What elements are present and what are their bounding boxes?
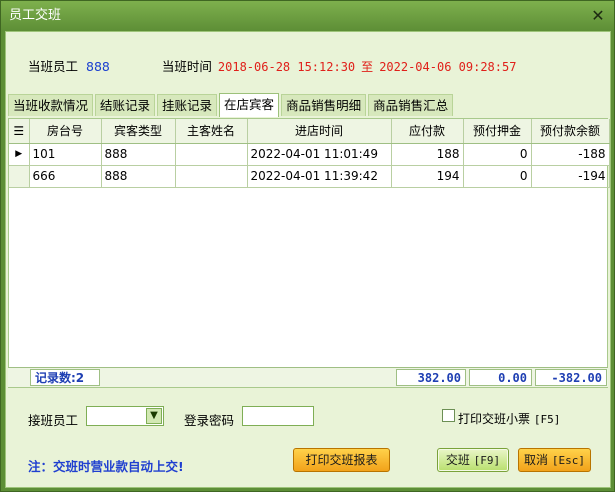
column-menu-icon[interactable]: ☰ xyxy=(9,119,30,144)
receiver-select[interactable]: ▼ xyxy=(86,406,164,426)
tab-product-sales-summary[interactable]: 商品销售汇总 xyxy=(368,94,454,116)
shift-start-time: 2018-06-28 15:12:30 xyxy=(217,60,356,74)
current-staff-value: 888 xyxy=(86,59,110,74)
shift-end-time: 2022-04-06 09:28:57 xyxy=(379,60,517,74)
cell-balance[interactable]: -188 xyxy=(531,143,610,166)
to-label: 至 xyxy=(361,60,374,74)
window-title: 员工交班 xyxy=(9,8,62,23)
close-icon[interactable]: ✕ xyxy=(589,7,607,25)
print-report-button[interactable]: 打印交班报表 xyxy=(293,448,390,472)
cell-guest-name[interactable] xyxy=(175,143,248,166)
cell-payable[interactable]: 194 xyxy=(391,165,464,188)
print-ticket-label[interactable]: 打印交班小票 [F5] xyxy=(458,410,560,427)
totals-bar: 记录数:2 382.00 0.00 -382.00 xyxy=(8,367,608,387)
tab-checkout-records[interactable]: 结账记录 xyxy=(95,94,156,116)
guest-grid[interactable]: ☰ 房台号 宾客类型 主客姓名 进店时间 应付款 预付押金 预付款余额 ▶ 10… xyxy=(8,118,610,388)
header-room[interactable]: 房台号 xyxy=(29,119,102,144)
shift-handover-window: 员工交班 ✕ 当班员工 888 当班时间 2018-06-28 15:12:30 至 20… xyxy=(0,0,615,492)
cell-room[interactable]: 101 xyxy=(29,143,102,166)
cancel-button[interactable]: 取消 [Esc] xyxy=(518,448,591,472)
cell-guest-name[interactable] xyxy=(175,165,248,188)
receiver-label: 接班员工 xyxy=(28,413,79,428)
cell-balance[interactable]: -194 xyxy=(531,165,610,188)
row-indicator-icon xyxy=(9,165,30,188)
current-staff-label: 当班员工 xyxy=(28,59,79,74)
total-balance: -382.00 xyxy=(535,369,607,386)
tab-credit-records[interactable]: 挂账记录 xyxy=(157,94,218,116)
tab-in-house-guests[interactable]: 在店宾客 xyxy=(219,93,280,117)
cell-room[interactable]: 666 xyxy=(29,165,102,188)
shift-info: 当班员工 888 当班时间 2018-06-28 15:12:30 至 2022-04-0… xyxy=(28,56,516,75)
dialog-body: 当班员工 888 当班时间 2018-06-28 15:12:30 至 2022-04-0… xyxy=(5,31,611,488)
cell-checkin-time[interactable]: 2022-04-01 11:39:42 xyxy=(247,165,392,188)
total-payable: 382.00 xyxy=(396,369,466,386)
tab-product-sales-detail[interactable]: 商品销售明细 xyxy=(281,94,367,116)
table-row[interactable]: ▶ 101 888 2022-04-01 11:01:49 188 0 -188 xyxy=(9,143,610,166)
header-balance[interactable]: 预付款余额 xyxy=(531,119,610,144)
cell-guest-type[interactable]: 888 xyxy=(101,165,176,188)
handover-form: 接班员工 ▼ 登录密码 打印交班小票 [F5] xyxy=(28,406,608,428)
header-guest-name[interactable]: 主客姓名 xyxy=(175,119,248,144)
cell-guest-type[interactable]: 888 xyxy=(101,143,176,166)
cell-payable[interactable]: 188 xyxy=(391,143,464,166)
handover-note: 注：交班时营业款自动上交! xyxy=(28,459,184,474)
cell-checkin-time[interactable]: 2022-04-01 11:01:49 xyxy=(247,143,392,166)
header-deposit[interactable]: 预付押金 xyxy=(463,119,532,144)
grid-header-row: ☰ 房台号 宾客类型 主客姓名 进店时间 应付款 预付押金 预付款余额 xyxy=(9,119,610,144)
tab-shift-receipts[interactable]: 当班收款情况 xyxy=(8,94,94,116)
total-deposit: 0.00 xyxy=(469,369,532,386)
password-field[interactable] xyxy=(242,406,314,426)
chevron-down-icon[interactable]: ▼ xyxy=(146,408,162,424)
print-ticket-checkbox[interactable] xyxy=(442,409,455,422)
password-label: 登录密码 xyxy=(184,413,235,428)
tab-strip: 当班收款情况 结账记录 挂账记录 在店宾客 商品销售明细 商品销售汇总 xyxy=(8,93,455,117)
cell-deposit[interactable]: 0 xyxy=(463,143,532,166)
record-count: 记录数:2 xyxy=(30,369,100,386)
table-row[interactable]: 666 888 2022-04-01 11:39:42 194 0 -194 xyxy=(9,165,610,188)
row-indicator-icon: ▶ xyxy=(9,143,30,166)
handover-button[interactable]: 交班 [F9] xyxy=(437,448,509,472)
header-guest-type[interactable]: 宾客类型 xyxy=(101,119,176,144)
shift-time-label: 当班时间 xyxy=(161,59,212,74)
header-payable[interactable]: 应付款 xyxy=(391,119,464,144)
header-checkin-time[interactable]: 进店时间 xyxy=(247,119,392,144)
cell-deposit[interactable]: 0 xyxy=(463,165,532,188)
title-bar[interactable]: 员工交班 ✕ xyxy=(1,1,614,31)
